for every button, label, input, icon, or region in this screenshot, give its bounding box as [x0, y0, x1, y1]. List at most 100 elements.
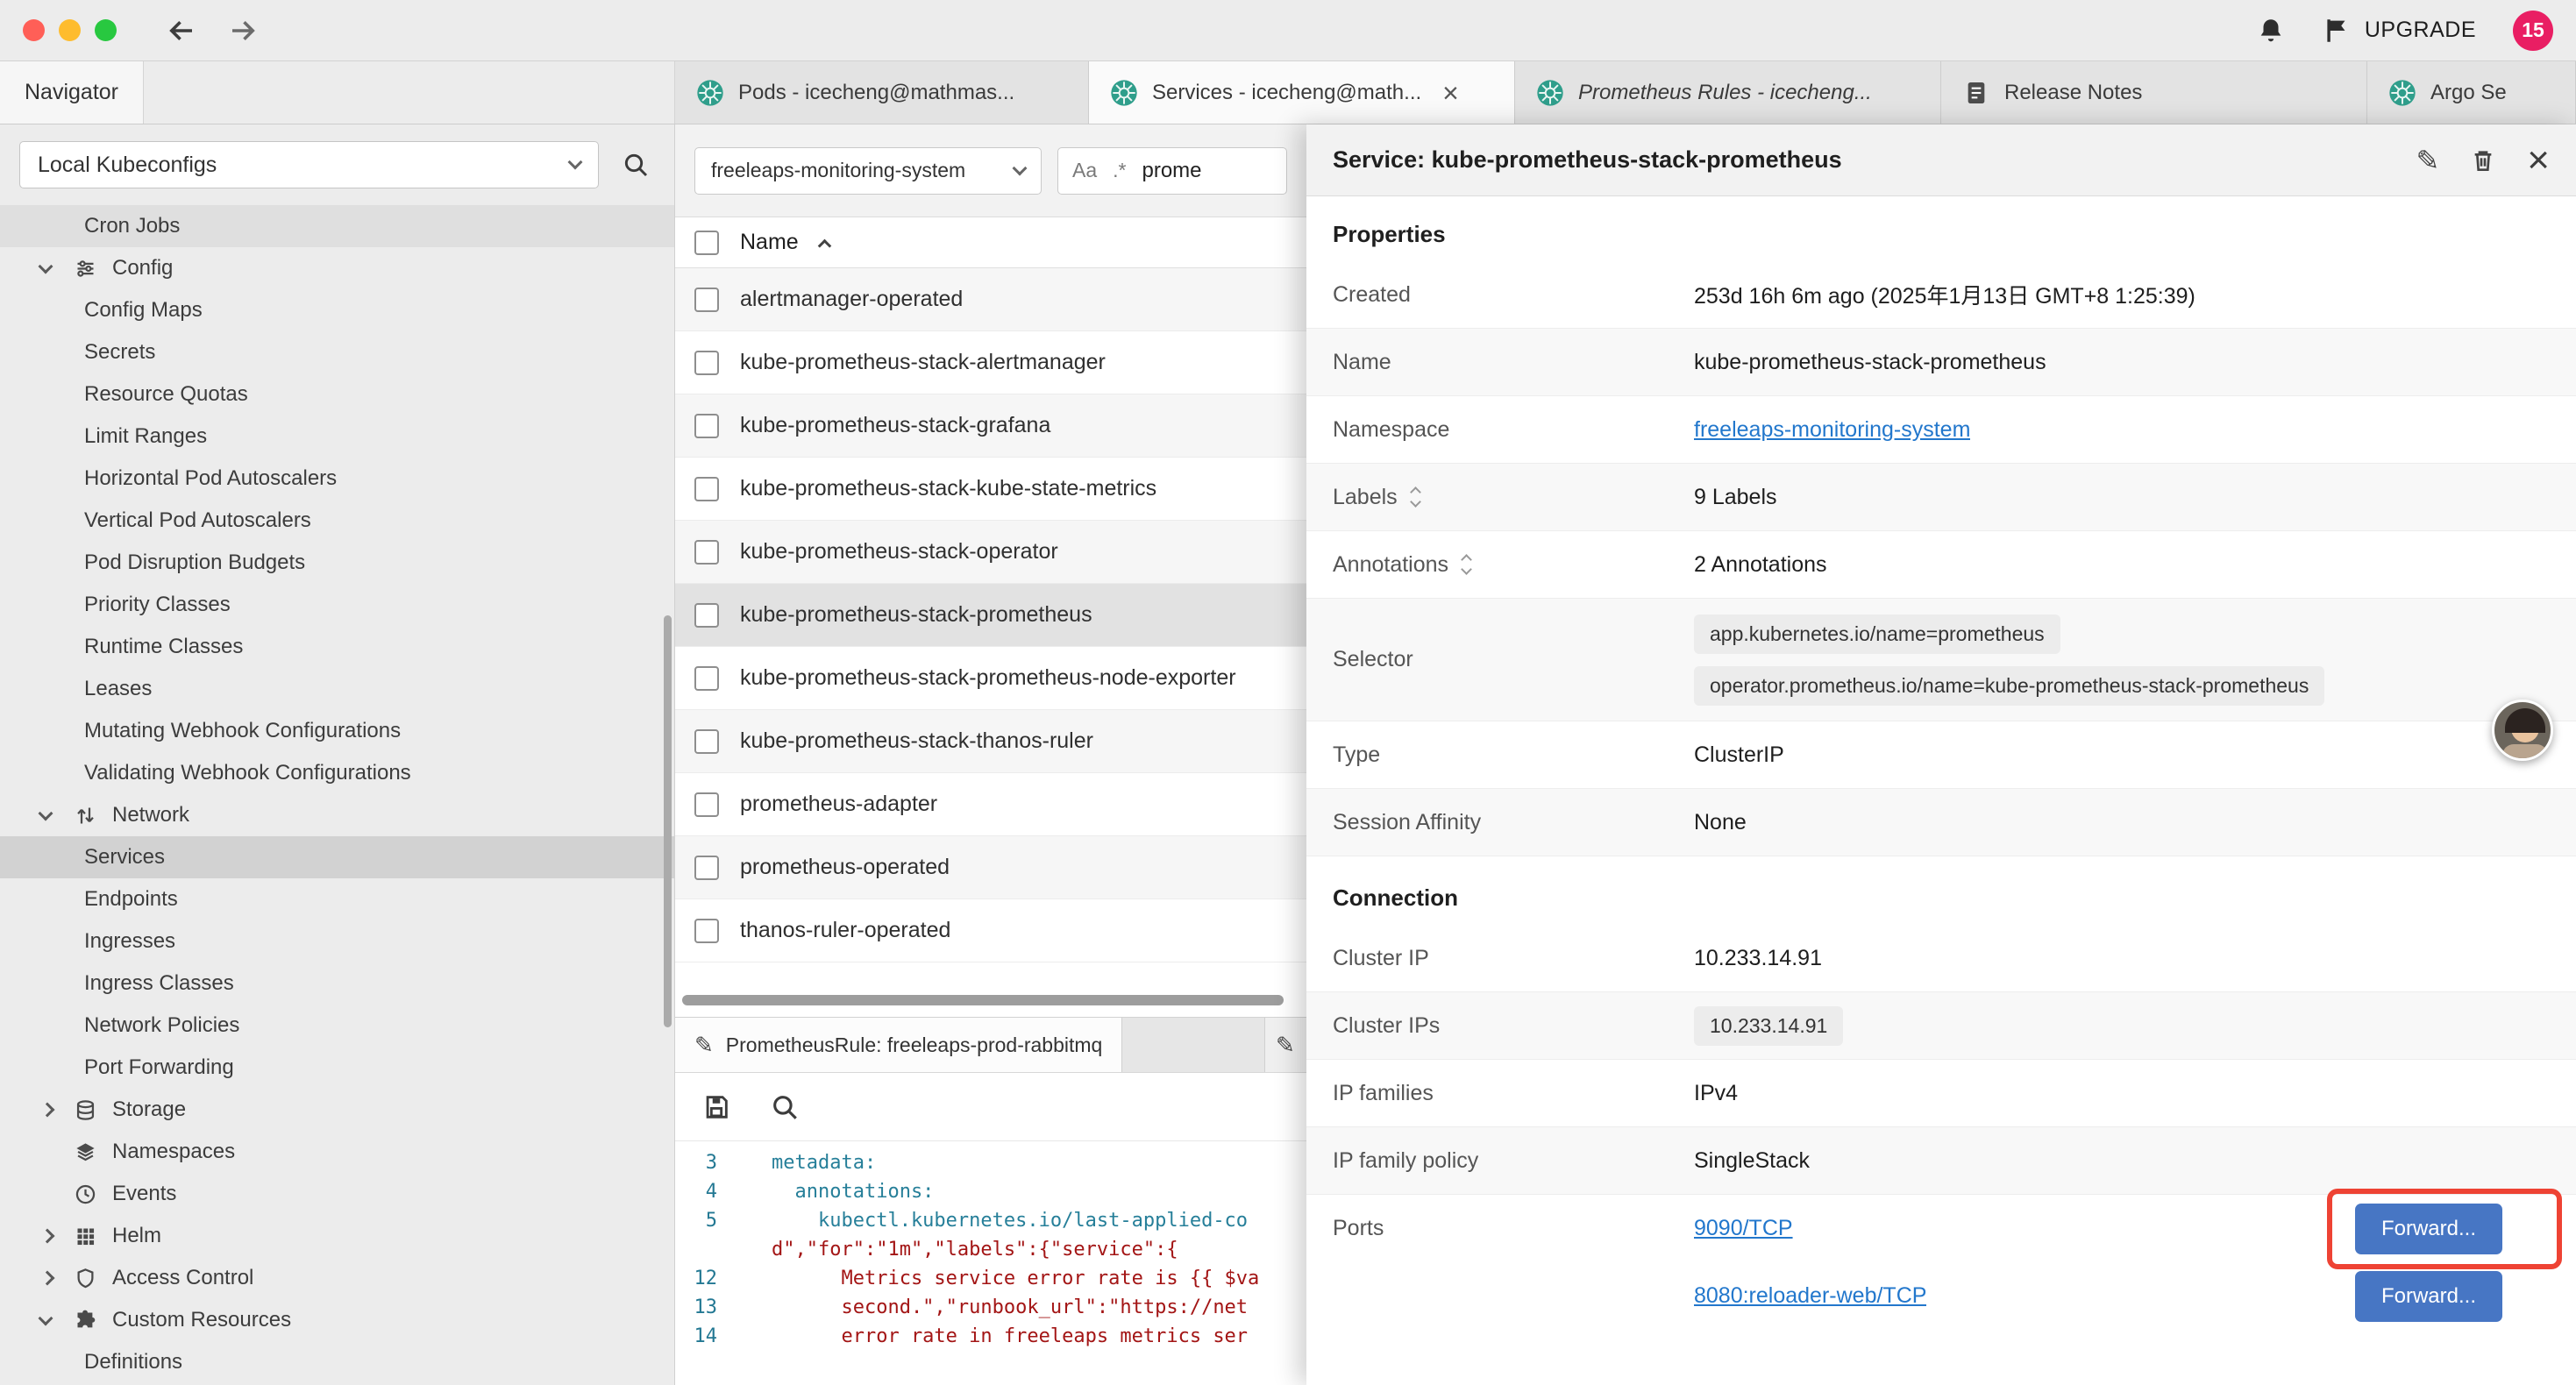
yaml-editor[interactable]: 3metadata: 4 annotations: 5 kubectl.kube…	[675, 1141, 1306, 1385]
selector-chip: operator.prometheus.io/name=kube-prometh…	[1694, 666, 2324, 706]
property-label-text: Labels	[1333, 485, 1398, 510]
table-row[interactable]: kube-prometheus-stack-alertmanager	[675, 331, 1306, 394]
sidebar-item-secrets[interactable]: Secrets	[0, 331, 674, 373]
table-row-selected[interactable]: kube-prometheus-stack-prometheus	[675, 584, 1306, 647]
avatar[interactable]	[2492, 700, 2553, 761]
sidebar-item-validating-webhook-configurations[interactable]: Validating Webhook Configurations	[0, 752, 674, 794]
sidebar-search-button[interactable]	[616, 146, 655, 184]
row-checkbox[interactable]	[694, 729, 719, 754]
row-checkbox[interactable]	[694, 603, 719, 628]
match-case-toggle[interactable]: Aa	[1072, 159, 1097, 182]
navigator-tab[interactable]: Navigator	[0, 61, 144, 124]
namespace-link[interactable]: freeleaps-monitoring-system	[1694, 417, 1970, 443]
sidebar-item-namespaces[interactable]: Namespaces	[0, 1131, 674, 1173]
table-row[interactable]: alertmanager-operated	[675, 268, 1306, 331]
row-checkbox[interactable]	[694, 540, 719, 565]
namespace-select[interactable]: freeleaps-monitoring-system	[694, 147, 1042, 195]
sidebar-item-services[interactable]: Services	[0, 836, 674, 878]
sidebar-item-cron-jobs[interactable]: Cron Jobs	[0, 205, 674, 247]
regex-toggle[interactable]: .*	[1113, 159, 1126, 182]
name-column-header[interactable]: Name	[740, 230, 799, 255]
sidebar-item-label: Limit Ranges	[84, 424, 207, 449]
tab-pods[interactable]: Pods - icecheng@mathmas...	[675, 61, 1089, 124]
table-row[interactable]: thanos-ruler-operated	[675, 899, 1306, 962]
upgrade-button[interactable]: UPGRADE	[2323, 16, 2476, 46]
search-input[interactable]	[1142, 159, 1256, 183]
table-row[interactable]: kube-prometheus-stack-thanos-ruler	[675, 710, 1306, 773]
table-row[interactable]: kube-prometheus-stack-operator	[675, 521, 1306, 584]
sidebar-item-port-forwarding[interactable]: Port Forwarding	[0, 1047, 674, 1089]
editor-search-icon[interactable]	[770, 1092, 800, 1122]
select-all-checkbox[interactable]	[694, 231, 719, 255]
row-checkbox[interactable]	[694, 288, 719, 312]
port-8080-link[interactable]: 8080:reloader-web/TCP	[1694, 1283, 1926, 1309]
sidebar-item-leases[interactable]: Leases	[0, 668, 674, 710]
tab-label: Release Notes	[2004, 81, 2142, 105]
sidebar-item-events[interactable]: Events	[0, 1173, 674, 1215]
sidebar-item-helm[interactable]: Helm	[0, 1215, 674, 1257]
sidebar-item-custom-resources[interactable]: Custom Resources	[0, 1299, 674, 1341]
sidebar-item-pod-disruption-budgets[interactable]: Pod Disruption Budgets	[0, 542, 674, 584]
table-row[interactable]: kube-prometheus-stack-grafana	[675, 394, 1306, 458]
close-tab-icon[interactable]: ×	[1442, 79, 1459, 107]
sidebar-item-priority-classes[interactable]: Priority Classes	[0, 584, 674, 626]
close-window-button[interactable]	[23, 19, 45, 41]
row-checkbox[interactable]	[694, 351, 719, 375]
save-icon[interactable]	[701, 1092, 731, 1122]
sidebar-item-definitions[interactable]: Definitions	[0, 1341, 674, 1383]
sidebar-item-limit-ranges[interactable]: Limit Ranges	[0, 416, 674, 458]
sidebar-scrollbar[interactable]	[664, 615, 672, 1027]
row-checkbox[interactable]	[694, 792, 719, 817]
sidebar-item-mutating-webhook-configurations[interactable]: Mutating Webhook Configurations	[0, 710, 674, 752]
sidebar-item-network[interactable]: Network	[0, 794, 674, 836]
sidebar-item-label: Events	[112, 1182, 176, 1206]
sidebar-item-config-maps[interactable]: Config Maps	[0, 289, 674, 331]
sidebar-item-config[interactable]: Config	[0, 247, 674, 289]
tab-argo[interactable]: Argo Se	[2367, 61, 2576, 124]
maximize-window-button[interactable]	[95, 19, 117, 41]
back-arrow-icon[interactable]	[166, 15, 197, 46]
expand-collapse-icon[interactable]	[1462, 556, 1470, 573]
kubeconfig-select[interactable]: Local Kubeconfigs	[19, 141, 599, 188]
port-9090-link[interactable]: 9090/TCP	[1694, 1216, 1793, 1241]
forward-port-8080-button[interactable]: Forward...	[2355, 1271, 2502, 1322]
table-row[interactable]: prometheus-operated	[675, 836, 1306, 899]
horizontal-scrollbar[interactable]	[675, 994, 1306, 1006]
editor-tab-partial[interactable]: ✎	[1264, 1018, 1306, 1072]
titlebar: UPGRADE 15	[0, 0, 2576, 61]
row-checkbox[interactable]	[694, 856, 719, 880]
tab-prometheus-rules[interactable]: Prometheus Rules - icecheng...	[1515, 61, 1941, 124]
edit-icon[interactable]: ✎	[2416, 144, 2439, 177]
sidebar-item-endpoints[interactable]: Endpoints	[0, 878, 674, 920]
sidebar-item-access-control[interactable]: Access Control	[0, 1257, 674, 1299]
sidebar-item-ingress-classes[interactable]: Ingress Classes	[0, 962, 674, 1005]
sidebar-item-horizontal-pod-autoscalers[interactable]: Horizontal Pod Autoscalers	[0, 458, 674, 500]
scrollbar-thumb[interactable]	[682, 995, 1284, 1005]
namespace-select-value: freeleaps-monitoring-system	[711, 159, 965, 182]
sidebar-item-resource-quotas[interactable]: Resource Quotas	[0, 373, 674, 416]
table-row[interactable]: kube-prometheus-stack-prometheus-node-ex…	[675, 647, 1306, 710]
table-row[interactable]: prometheus-adapter	[675, 773, 1306, 836]
table-row[interactable]: kube-prometheus-stack-kube-state-metrics	[675, 458, 1306, 521]
sidebar-item-network-policies[interactable]: Network Policies	[0, 1005, 674, 1047]
row-checkbox[interactable]	[694, 477, 719, 501]
close-drawer-icon[interactable]: ×	[2527, 141, 2550, 180]
notifications-bell-icon[interactable]	[2256, 16, 2286, 46]
tab-release-notes[interactable]: Release Notes	[1941, 61, 2367, 124]
editor-tab-prometheusrule[interactable]: ✎ PrometheusRule: freeleaps-prod-rabbitm…	[675, 1018, 1122, 1072]
minimize-window-button[interactable]	[59, 19, 81, 41]
row-checkbox[interactable]	[694, 919, 719, 943]
sidebar-item-runtime-classes[interactable]: Runtime Classes	[0, 626, 674, 668]
forward-arrow-icon[interactable]	[227, 15, 259, 46]
row-checkbox[interactable]	[694, 666, 719, 691]
expand-collapse-icon[interactable]	[1412, 488, 1420, 506]
sidebar-item-ingresses[interactable]: Ingresses	[0, 920, 674, 962]
sidebar-item-storage[interactable]: Storage	[0, 1089, 674, 1131]
tab-services[interactable]: Services - icecheng@math... ×	[1089, 61, 1515, 124]
notification-count-badge[interactable]: 15	[2513, 11, 2553, 51]
forward-port-9090-button[interactable]: Forward...	[2355, 1204, 2502, 1254]
row-checkbox[interactable]	[694, 414, 719, 438]
delete-trash-icon[interactable]	[2469, 146, 2497, 174]
sort-ascending-icon[interactable]	[817, 239, 831, 253]
sidebar-item-vertical-pod-autoscalers[interactable]: Vertical Pod Autoscalers	[0, 500, 674, 542]
